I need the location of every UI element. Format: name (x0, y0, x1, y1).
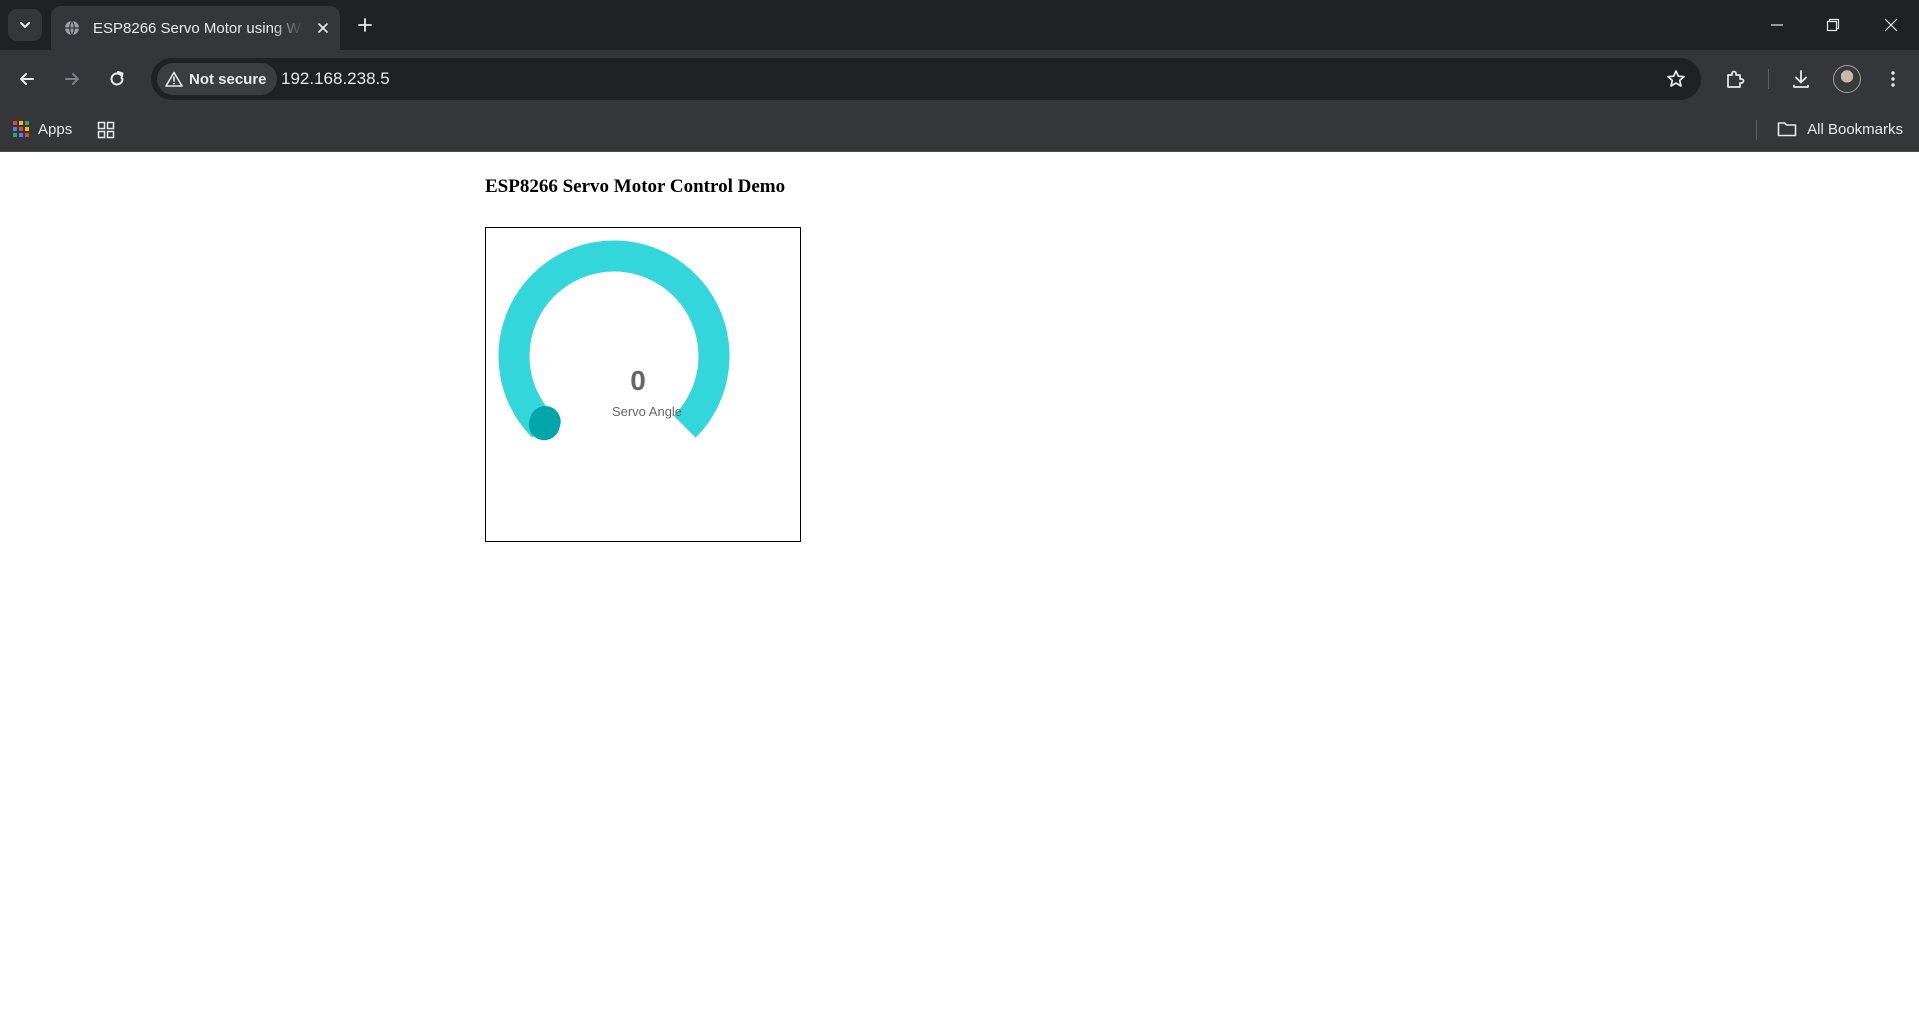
globe-icon (63, 19, 81, 37)
restore-button[interactable] (1815, 10, 1851, 40)
profile-avatar[interactable] (1833, 65, 1861, 93)
tab-search-button[interactable] (8, 9, 42, 41)
minimize-button[interactable] (1759, 10, 1795, 40)
bookmark-apps-label: Apps (38, 120, 73, 138)
arrow-right-icon (65, 73, 79, 85)
chevron-down-icon (20, 22, 30, 28)
bookmarks-bar: Apps All Bookmarks (0, 108, 1919, 152)
menu-button[interactable] (1876, 62, 1910, 96)
browser-tab-active[interactable]: ESP8266 Servo Motor using WebSocket (51, 6, 340, 50)
plus-icon (358, 18, 372, 32)
tab-close-button[interactable] (313, 18, 333, 38)
downloads-button[interactable] (1784, 62, 1818, 96)
servo-angle-gauge[interactable]: 0 Servo Angle (485, 227, 801, 542)
apps-grid-icon (13, 121, 29, 137)
bookmark-apps[interactable]: Apps (12, 116, 72, 142)
back-button[interactable] (10, 62, 44, 96)
arrow-left-icon (20, 73, 34, 85)
reload-icon (110, 71, 124, 86)
minimize-icon (1771, 24, 1783, 26)
all-bookmarks-button[interactable]: All Bookmarks (1777, 116, 1903, 142)
page-title: ESP8266 Servo Motor Control Demo (485, 176, 786, 197)
browser-title-bar: ESP8266 Servo Motor using WebSocket (0, 0, 1919, 50)
extensions-button[interactable] (1718, 62, 1752, 96)
download-icon (1793, 70, 1809, 88)
reload-button[interactable] (100, 62, 134, 96)
restore-icon (1826, 18, 1840, 32)
close-icon (1884, 18, 1898, 32)
new-tab-button[interactable] (352, 12, 378, 38)
tab-title: ESP8266 Servo Motor using WebSocket (93, 19, 303, 37)
more-vertical-icon (1891, 71, 1895, 87)
warning-icon (165, 71, 183, 87)
puzzle-icon (1727, 70, 1745, 88)
grid-icon (97, 121, 115, 139)
gauge-knob[interactable] (528, 406, 561, 441)
address-bar[interactable]: Not secure 192.168.238.5 (151, 58, 1701, 100)
tab-groups-button[interactable] (94, 118, 118, 142)
security-indicator[interactable]: Not secure (157, 63, 277, 95)
browser-toolbar: Not secure 192.168.238.5 (0, 50, 1919, 108)
close-window-button[interactable] (1873, 10, 1909, 40)
star-icon (1667, 70, 1685, 87)
close-icon (318, 23, 328, 33)
bookmark-star-button[interactable] (1665, 68, 1687, 90)
gauge-value: 0 (630, 365, 646, 396)
folder-icon (1777, 122, 1797, 137)
gauge-track[interactable] (498, 240, 730, 438)
page-content: ESP8266 Servo Motor Control Demo 0 Servo… (0, 152, 1919, 1017)
bookmarks-separator (1756, 120, 1757, 140)
gauge-label: Servo Angle (612, 404, 682, 419)
all-bookmarks-label: All Bookmarks (1807, 120, 1903, 138)
toolbar-separator (1768, 69, 1769, 89)
forward-button[interactable] (55, 62, 89, 96)
gauge-svg[interactable]: 0 Servo Angle (486, 228, 800, 541)
url-text[interactable]: 192.168.238.5 (281, 69, 390, 89)
security-label: Not secure (189, 70, 267, 88)
